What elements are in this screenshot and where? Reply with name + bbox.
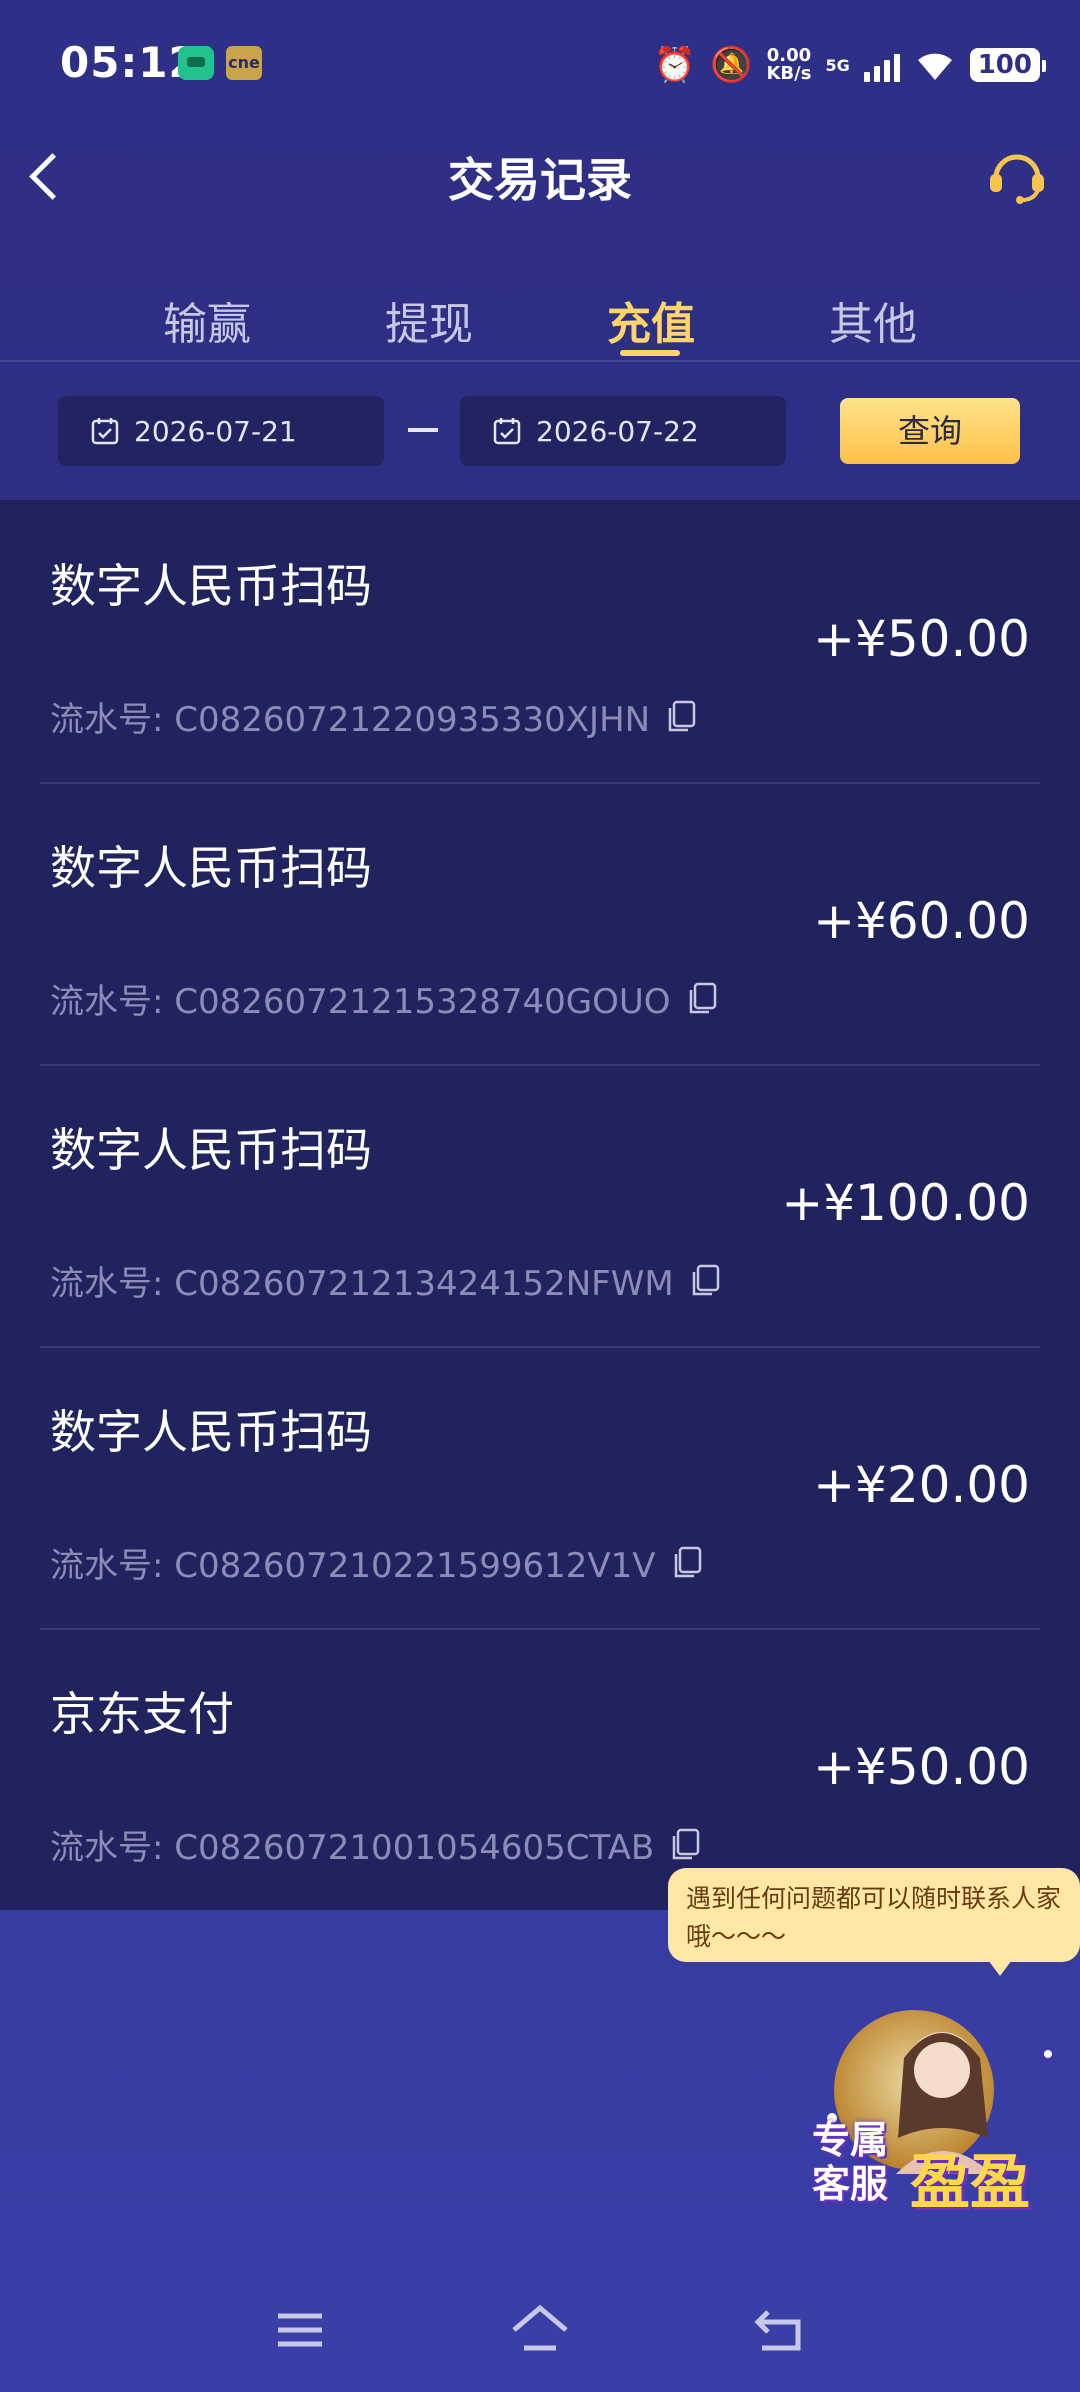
active-tab-indicator (620, 350, 680, 356)
transaction-amount: +¥50.00 (813, 1738, 1030, 1796)
status-icons: ⏰ 🔕 0.00 KB/s 5G 100 (653, 40, 1047, 90)
app-header: 交易记录 (0, 130, 1080, 220)
mute-bell-icon: 🔕 (710, 45, 753, 85)
tab-bar: 输赢 提现 充值 其他 (0, 268, 1080, 362)
transaction-serial: 流水号: C08260721213424152NFWM (50, 1256, 720, 1305)
query-button[interactable]: 查询 (840, 398, 1020, 464)
end-date-value: 2026-07-22 (536, 414, 699, 448)
transaction-serial: 流水号: C08260721215328740GOUO (50, 974, 717, 1023)
transaction-amount: +¥60.00 (813, 892, 1030, 950)
transaction-serial: 流水号: C08260721001054605CTAB (50, 1820, 700, 1869)
serial-number: 流水号: C08260721213424152NFWM (50, 1264, 674, 1304)
copy-icon[interactable] (690, 1264, 720, 1298)
end-date-picker[interactable]: 2026-07-22 (460, 396, 786, 466)
transaction-item[interactable]: 数字人民币扫码 +¥20.00 流水号: C082607210221599612… (40, 1346, 1040, 1630)
tab-other[interactable]: 其他 (808, 288, 938, 352)
promo-agent-name: 盈盈 (910, 2148, 1030, 2218)
serial-number: 流水号: C08260721215328740GOUO (50, 982, 671, 1022)
copy-icon[interactable] (666, 700, 696, 734)
serial-number: 流水号: C08260721220935330XJHN (50, 700, 651, 740)
promo-label-line2: 客服 (812, 2162, 889, 2206)
support-tooltip: 遇到任何问题都可以随时联系人家哦～～～ (668, 1868, 1080, 1976)
menu-icon[interactable] (260, 2290, 340, 2370)
transaction-amount: +¥100.00 (781, 1174, 1030, 1232)
transaction-method: 数字人民币扫码 (50, 841, 372, 895)
date-range-separator (408, 428, 438, 432)
transaction-amount: +¥20.00 (813, 1456, 1030, 1514)
transaction-item[interactable]: 数字人民币扫码 +¥50.00 流水号: C08260721220935330X… (40, 500, 1040, 784)
transaction-method: 京东支付 (50, 1687, 234, 1741)
promo-label-line1: 专属 (812, 2118, 889, 2162)
transaction-method: 数字人民币扫码 (50, 1123, 372, 1177)
back-nav-icon[interactable] (740, 2290, 820, 2370)
copy-icon[interactable] (672, 1546, 702, 1580)
transaction-item[interactable]: 数字人民币扫码 +¥100.00 流水号: C08260721213424152… (40, 1064, 1040, 1348)
network-type: 5G (825, 55, 850, 75)
calendar-icon (91, 418, 119, 445)
copy-icon[interactable] (687, 982, 717, 1016)
battery-indicator: 100 (969, 48, 1047, 82)
serial-number: 流水号: C08260721001054605CTAB (50, 1828, 655, 1868)
network-speed: 0.00 KB/s (766, 47, 811, 83)
transaction-method: 数字人民币扫码 (50, 559, 372, 613)
calendar-icon (493, 418, 521, 445)
date-filter: 2026-07-21 2026-07-22 查询 (0, 362, 1080, 500)
alarm-icon: ⏰ (653, 45, 697, 85)
floating-support-button[interactable]: 专属 客服 盈盈 (792, 1998, 1068, 2238)
copy-icon[interactable] (670, 1828, 700, 1862)
system-nav-bar (0, 2290, 1080, 2370)
transaction-method: 数字人民币扫码 (50, 1405, 372, 1459)
transaction-list: 数字人民币扫码 +¥50.00 流水号: C08260721220935330X… (0, 500, 1080, 1910)
transaction-serial: 流水号: C08260721220935330XJHN (50, 692, 696, 741)
notification-app-icon (178, 46, 214, 80)
wifi-icon (917, 53, 952, 80)
notification-app-icon-2: cne (226, 46, 262, 80)
start-date-picker[interactable]: 2026-07-21 (58, 396, 384, 466)
serial-number: 流水号: C082607210221599612V1V (50, 1546, 656, 1586)
transaction-amount: +¥50.00 (813, 610, 1030, 668)
start-date-value: 2026-07-21 (134, 414, 297, 448)
status-bar: 05:12 cne ⏰ 🔕 0.00 KB/s 5G 100 (0, 0, 1080, 130)
transaction-serial: 流水号: C082607210221599612V1V (50, 1538, 702, 1587)
signal-icon (863, 48, 900, 82)
page-title: 交易记录 (448, 153, 632, 207)
headset-icon (990, 154, 1044, 204)
tab-withdraw[interactable]: 提现 (364, 288, 494, 352)
network-speed-unit: KB/s (766, 63, 812, 84)
tab-win-loss[interactable]: 输赢 (142, 288, 272, 352)
home-icon[interactable] (500, 2290, 580, 2370)
customer-service-button[interactable] (982, 140, 1052, 210)
tab-recharge[interactable]: 充值 (586, 288, 716, 352)
transaction-item[interactable]: 数字人民币扫码 +¥60.00 流水号: C08260721215328740G… (40, 782, 1040, 1066)
